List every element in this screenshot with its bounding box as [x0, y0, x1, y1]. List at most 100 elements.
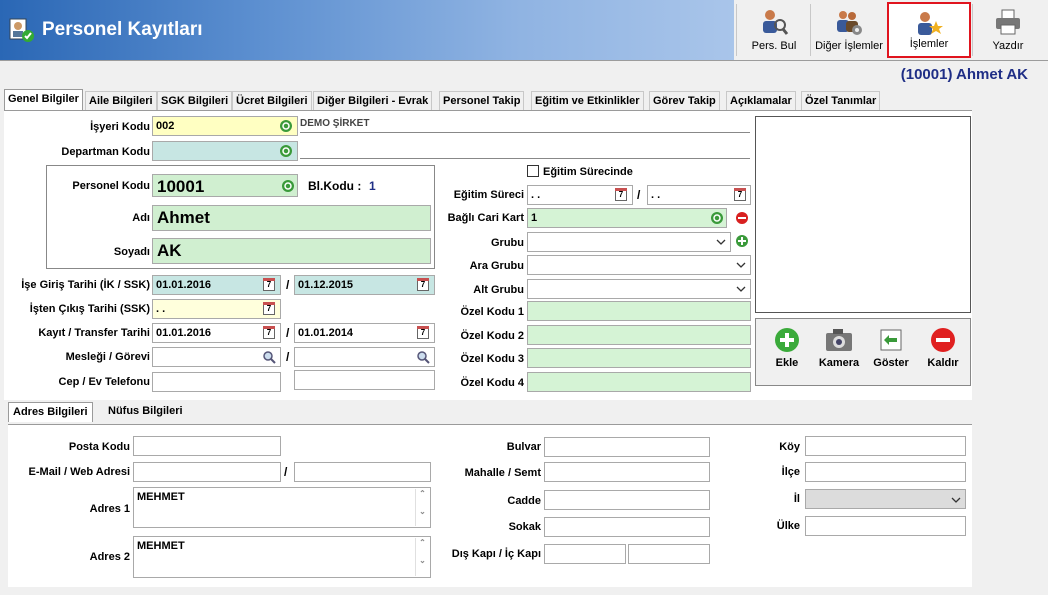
tab-sgk-bilgileri[interactable]: SGK Bilgileri — [157, 91, 233, 111]
tab-aile-bilgileri[interactable]: Aile Bilgileri — [85, 91, 157, 111]
ev-telefonu-field[interactable] — [294, 370, 435, 390]
ozel-kodu-2-field[interactable] — [527, 325, 751, 345]
tab-diger-bilgileri-evrak[interactable]: Diğer Bilgileri - Evrak — [313, 91, 433, 111]
bl-kodu-value: 1 — [369, 179, 376, 193]
ekle-label: Ekle — [775, 357, 799, 369]
kaldir-button[interactable]: Kaldır — [918, 327, 968, 369]
printer-icon — [996, 9, 1020, 35]
egitim-sureci-label: Eğitim Süreci — [453, 189, 524, 201]
adi-label: Adı — [132, 212, 150, 224]
bagli-cari-label: Bağlı Cari Kart — [447, 212, 524, 224]
soyadi-field[interactable]: AK — [152, 238, 431, 264]
pers-bul-button[interactable]: Pers. Bul — [740, 2, 808, 58]
bulvar-field[interactable] — [544, 437, 710, 457]
ulke-field[interactable] — [805, 516, 966, 536]
adi-field[interactable]: Ahmet — [152, 205, 431, 231]
toolbar: Pers. Bul Diğer İşlemler İşlemler Yazdır — [734, 0, 1048, 60]
posta-kodu-label: Posta Kodu — [68, 441, 130, 453]
transfer-tarihi-field[interactable]: 01.01.2014 — [294, 323, 435, 343]
ozel-kodu-1-label: Özel Kodu 1 — [460, 306, 524, 318]
egitim-surecinde-checkbox[interactable] — [527, 165, 539, 177]
personel-kodu-field[interactable]: 10001 — [152, 174, 298, 197]
photo-buttons: Ekle Kamera Göster Kaldır — [755, 318, 971, 386]
calendar-icon[interactable]: 7 — [263, 278, 275, 291]
divider-line — [300, 132, 750, 133]
departman-kodu-field[interactable] — [152, 141, 298, 161]
isyeri-kodu-field[interactable]: 002 — [152, 116, 298, 136]
slash: / — [286, 278, 290, 292]
meslegi-label: Mesleği / Görevi — [65, 351, 150, 363]
tab-nufus-bilgileri[interactable]: Nüfus Bilgileri — [104, 402, 187, 422]
scrollbar[interactable]: ⌃ ⌄ — [415, 489, 429, 526]
cadde-field[interactable] — [544, 490, 710, 510]
ozel-kodu-1-field[interactable] — [527, 301, 751, 321]
adres2-field[interactable]: MEHMET ⌃ ⌄ — [133, 536, 431, 578]
alt-grubu-select[interactable] — [527, 279, 751, 299]
calendar-icon[interactable]: 7 — [615, 188, 627, 201]
calendar-icon[interactable]: 7 — [263, 326, 275, 339]
lookup-icon[interactable] — [710, 211, 724, 225]
ara-grubu-select[interactable] — [527, 255, 751, 275]
ekle-button[interactable]: Ekle — [762, 327, 812, 369]
isten-cikis-field[interactable]: . . — [152, 299, 281, 319]
email-field[interactable] — [133, 462, 281, 482]
adres1-field[interactable]: MEHMET ⌃ ⌄ — [133, 487, 431, 528]
dis-kapi-field[interactable] — [544, 544, 626, 564]
ozel-kodu-4-field[interactable] — [527, 372, 751, 392]
slash: / — [637, 188, 641, 202]
kamera-button[interactable]: Kamera — [814, 327, 864, 369]
kayit-tarihi-field[interactable]: 01.01.2016 — [152, 323, 281, 343]
slash: / — [286, 350, 290, 364]
add-icon[interactable] — [735, 234, 749, 248]
calendar-icon[interactable]: 7 — [734, 188, 746, 201]
goster-button[interactable]: Göster — [866, 327, 916, 369]
search-icon[interactable] — [262, 350, 276, 364]
remove-icon[interactable] — [735, 211, 749, 225]
tab-ozel-tanimlar[interactable]: Özel Tanımlar — [801, 91, 881, 111]
slash: / — [284, 465, 288, 479]
ise-giris-ik-field[interactable]: 01.01.2016 — [152, 275, 281, 295]
diger-islemler-button[interactable]: Diğer İşlemler — [812, 2, 886, 58]
ic-kapi-field[interactable] — [628, 544, 710, 564]
slash: / — [286, 326, 290, 340]
chevron-down-icon — [716, 239, 726, 245]
lookup-icon[interactable] — [279, 144, 293, 158]
toolbar-separator — [972, 4, 973, 56]
gorevi-field[interactable] — [294, 347, 435, 367]
tab-aciklamalar[interactable]: Açıklamalar — [726, 91, 796, 111]
tab-egitim-ve-etkinlikler[interactable]: Eğitim ve Etkinlikler — [531, 91, 644, 111]
scrollbar[interactable]: ⌃ ⌄ — [415, 538, 429, 576]
chevron-down-icon — [951, 497, 961, 503]
calendar-icon[interactable]: 7 — [263, 302, 275, 315]
il-select[interactable] — [805, 489, 966, 509]
bulvar-label: Bulvar — [506, 441, 541, 453]
mahalle-field[interactable] — [544, 462, 710, 482]
search-icon[interactable] — [416, 350, 430, 364]
ise-giris-ssk-field[interactable]: 01.12.2015 — [294, 275, 435, 295]
lookup-icon[interactable] — [281, 179, 295, 193]
ozel-kodu-3-field[interactable] — [527, 348, 751, 368]
cep-telefonu-field[interactable] — [152, 372, 281, 392]
il-label: İl — [793, 493, 800, 505]
posta-kodu-field[interactable] — [133, 436, 281, 456]
koy-field[interactable] — [805, 436, 966, 456]
egitim-surecinde-label: Eğitim Sürecinde — [543, 166, 633, 178]
sokak-field[interactable] — [544, 517, 710, 537]
calendar-icon[interactable]: 7 — [417, 278, 429, 291]
tab-adres-bilgileri[interactable]: Adres Bilgileri — [8, 402, 93, 422]
calendar-icon[interactable]: 7 — [417, 326, 429, 339]
ilce-field[interactable] — [805, 462, 966, 482]
grubu-select[interactable] — [527, 232, 731, 252]
diger-islemler-label: Diğer İşlemler — [815, 40, 883, 52]
sokak-label: Sokak — [508, 521, 541, 533]
tab-gorev-takip[interactable]: Görev Takip — [649, 91, 720, 111]
web-adresi-field[interactable] — [294, 462, 431, 482]
tab-personel-takip[interactable]: Personel Takip — [439, 91, 525, 111]
tab-genel-bilgiler[interactable]: Genel Bilgiler — [4, 89, 83, 111]
bagli-cari-field[interactable]: 1 — [527, 208, 727, 228]
islemler-button[interactable]: İşlemler — [887, 2, 971, 58]
yazdir-button[interactable]: Yazdır — [974, 2, 1042, 58]
tab-ucret-bilgileri[interactable]: Ücret Bilgileri — [232, 91, 312, 111]
ara-grubu-label: Ara Grubu — [469, 260, 524, 272]
lookup-icon[interactable] — [279, 119, 293, 133]
